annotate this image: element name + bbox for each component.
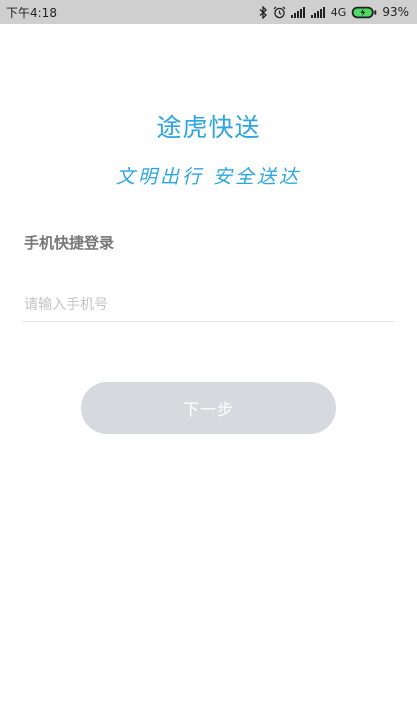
battery-percentage: 93% (382, 5, 409, 19)
status-bar: 下午4:18 4G 93% (0, 0, 417, 24)
alarm-icon (273, 6, 286, 19)
status-bar-left: 下午4:18 (6, 4, 57, 21)
bluetooth-icon (259, 5, 268, 19)
signal-icon (310, 6, 326, 18)
app-title: 途虎快送 (156, 113, 261, 142)
signal-icon (290, 6, 306, 18)
status-bar-right: 4G 93% (259, 5, 409, 19)
next-button[interactable]: 下一步 (81, 382, 336, 434)
battery-charging-icon (351, 6, 377, 19)
login-screen: 下午4:18 4G 93% 途虎快送 文明出行 安全送达 手机快捷登录 请输入手… (0, 0, 417, 720)
login-section-label: 手机快捷登录 (24, 234, 115, 252)
phone-number-input[interactable] (22, 292, 395, 322)
app-slogan: 文明出行 安全送达 (115, 166, 302, 188)
network-type-label: 4G (330, 5, 347, 19)
status-time: 下午4:18 (6, 5, 57, 20)
